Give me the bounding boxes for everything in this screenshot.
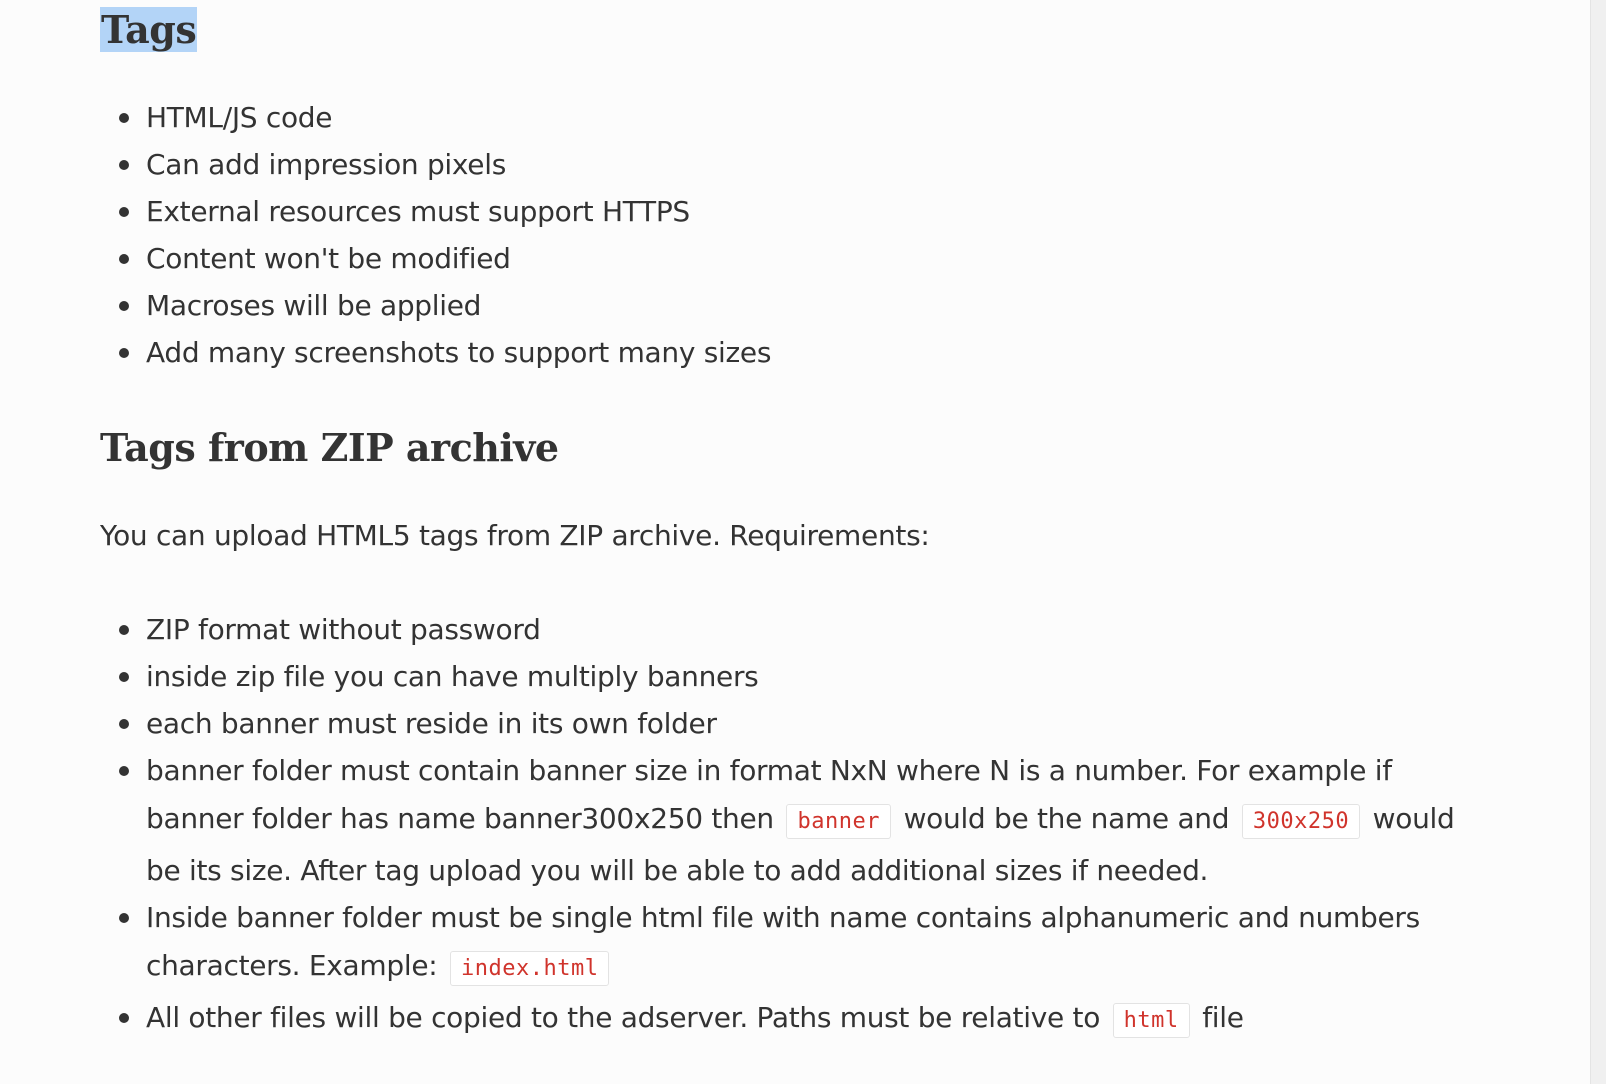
code-html: html	[1112, 1003, 1190, 1038]
copied-files-text: file	[1202, 1001, 1244, 1034]
single-html-line-2: characters. Example: index.html	[146, 941, 1446, 994]
folder-size-line-1: banner folder must contain banner size i…	[146, 754, 1392, 787]
list-item: HTML/JS code	[118, 94, 771, 141]
list-item: each banner must reside in its own folde…	[119, 700, 1446, 747]
tags-heading: Tags	[100, 4, 198, 56]
vertical-scrollbar[interactable]	[1590, 0, 1606, 1084]
list-item-folder-size: banner folder must contain banner size i…	[119, 747, 1455, 894]
folder-size-text: banner folder has name banner300x250 the…	[146, 802, 774, 835]
copied-files-text: All other files will be copied to the ad…	[146, 1001, 1101, 1034]
folder-size-line-3: be its size. After tag upload you will b…	[146, 854, 1209, 887]
list-item: Can add impression pixels	[118, 141, 771, 188]
code-size: 300x250	[1241, 804, 1361, 839]
code-banner: banner	[786, 804, 891, 839]
list-item: External resources must support HTTPS	[118, 188, 771, 235]
single-html-line-1: Inside banner folder must be single html…	[146, 901, 1420, 934]
folder-size-text: would	[1372, 802, 1455, 835]
list-item: Content won't be modified	[118, 235, 771, 282]
zip-intro-paragraph: You can upload HTML5 tags from ZIP archi…	[100, 519, 930, 552]
zip-archive-heading: Tags from ZIP archive	[100, 425, 559, 470]
folder-size-text: would be the name and	[903, 802, 1230, 835]
list-item: ZIP format without password	[119, 606, 1446, 653]
list-item-single-html: Inside banner folder must be single html…	[119, 894, 1446, 994]
list-item: inside zip file you can have multiply ba…	[119, 653, 1446, 700]
single-html-text: characters. Example:	[146, 949, 438, 982]
list-item: Macroses will be applied	[118, 282, 771, 329]
list-item: Add many screenshots to support many siz…	[118, 329, 771, 376]
code-index-html: index.html	[450, 951, 610, 986]
list-item-copied-files: All other files will be copied to the ad…	[119, 994, 1446, 1044]
tags-feature-list: HTML/JS code Can add impression pixels E…	[100, 94, 771, 376]
folder-size-line-2: banner folder has name banner300x250 the…	[146, 794, 1455, 847]
documentation-page: Tags HTML/JS code Can add impression pix…	[0, 0, 1590, 1084]
tags-heading-selected-text: Tags	[100, 7, 198, 52]
zip-requirements-list: ZIP format without password inside zip f…	[100, 606, 1455, 1044]
